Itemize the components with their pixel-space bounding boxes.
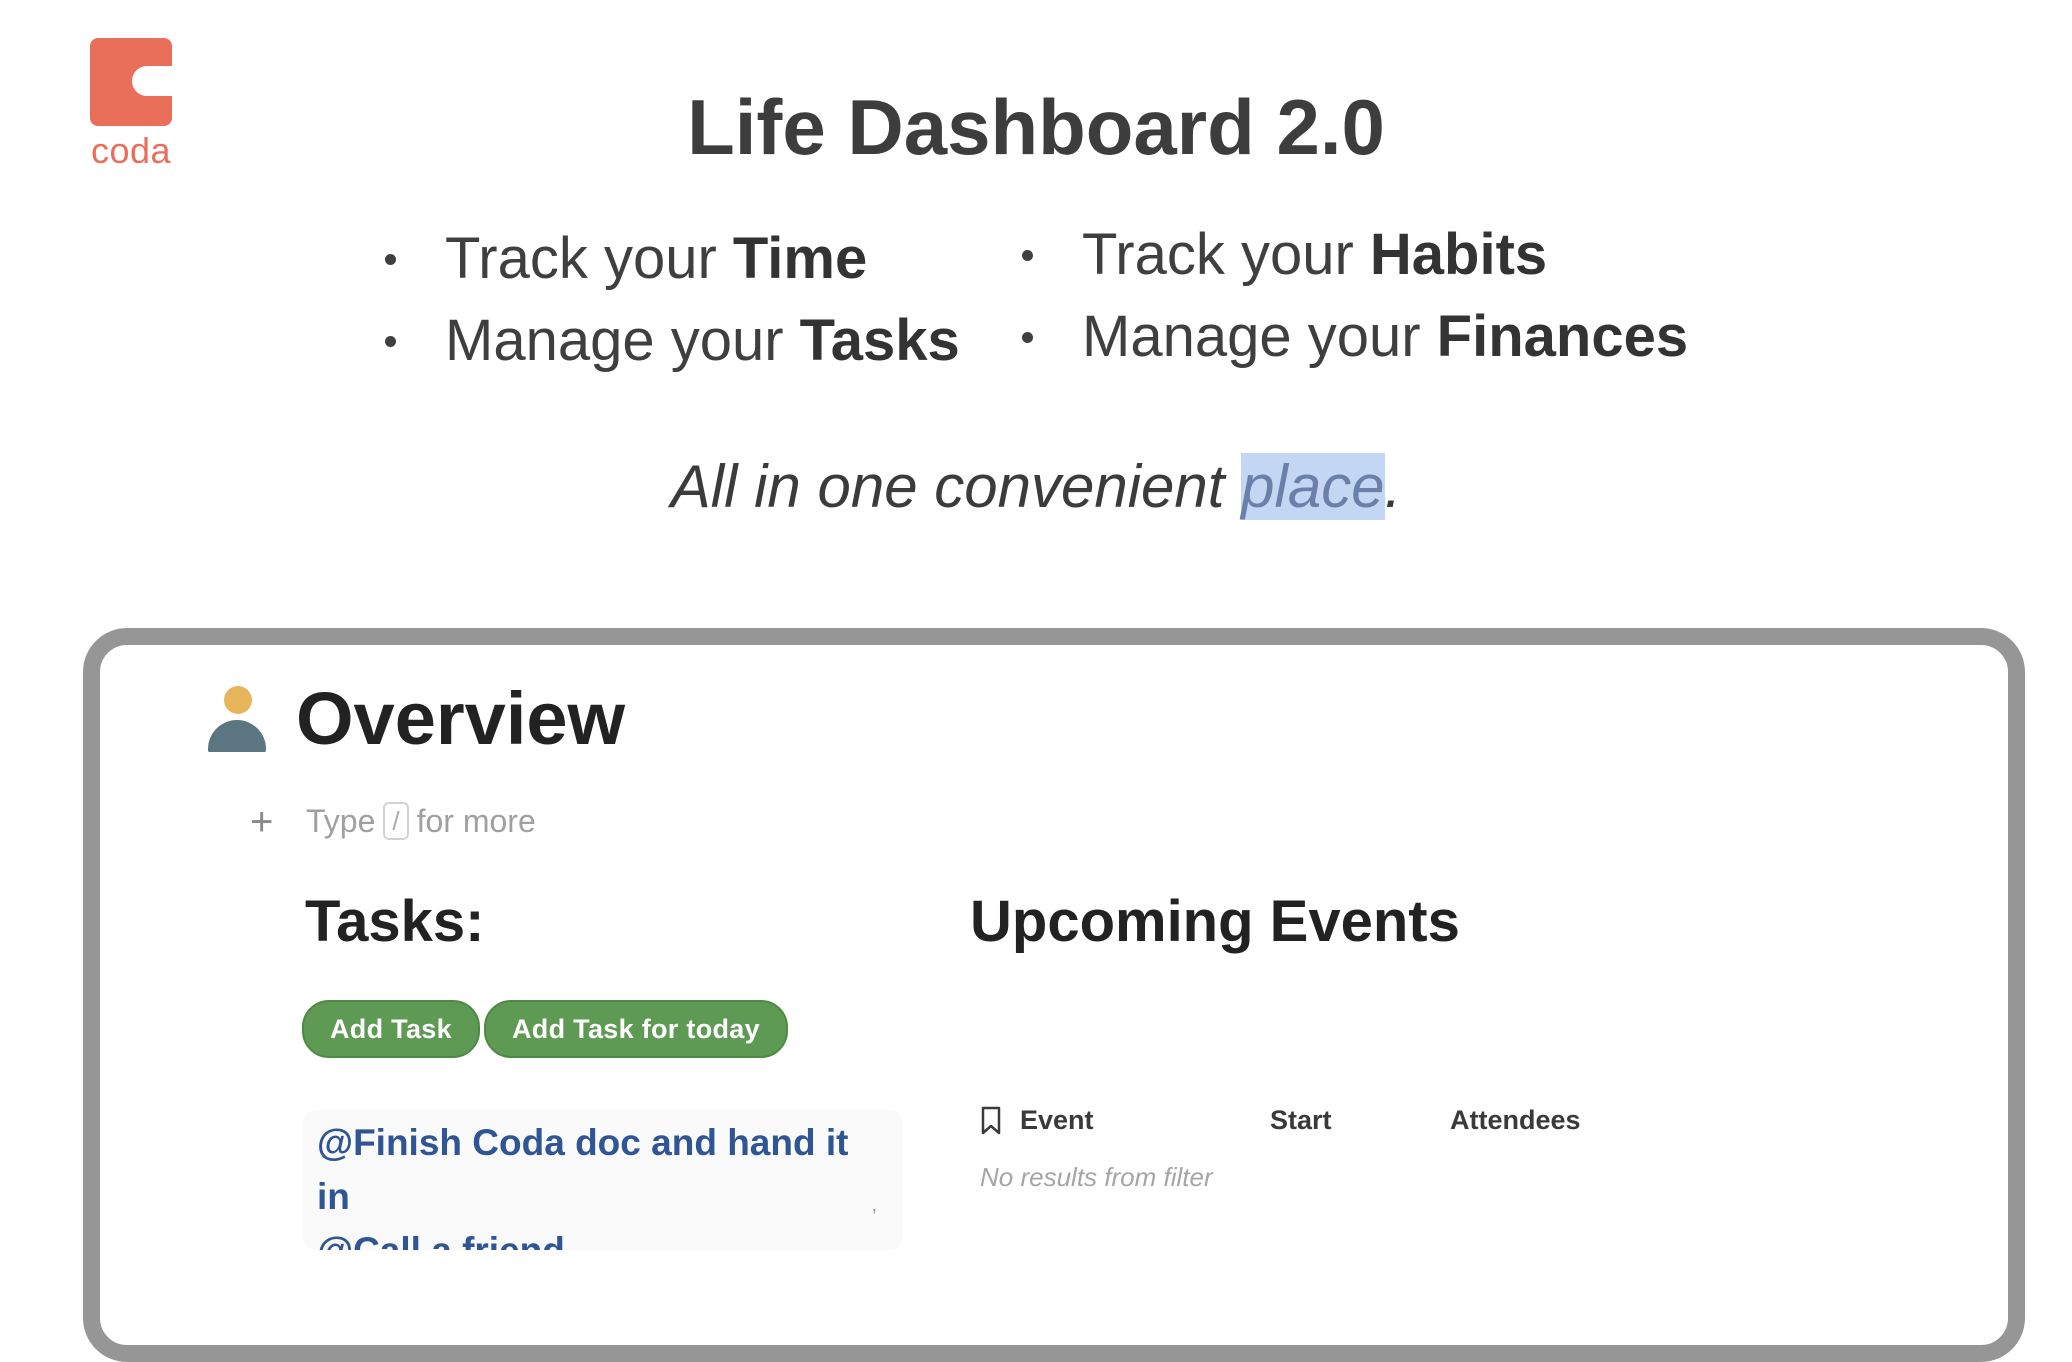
overview-title[interactable]: Overview	[296, 676, 625, 761]
add-task-button[interactable]: Add Task	[302, 1000, 480, 1058]
column-header-start[interactable]: Start	[1270, 1100, 1332, 1140]
upcoming-events-heading: Upcoming Events	[970, 889, 1460, 954]
bullet-icon	[1022, 332, 1033, 343]
tasks-heading: Tasks:	[305, 889, 485, 954]
column-header-event[interactable]: Event	[1020, 1100, 1094, 1140]
feature-item: Track your Time	[385, 218, 960, 300]
bullet-icon	[385, 336, 396, 347]
feature-list-left: Track your Time Manage your Tasks	[385, 218, 960, 382]
feature-item: Manage your Finances	[1022, 296, 1688, 378]
scroll-marker: ,	[871, 1194, 877, 1216]
task-list: @Finish Coda doc and hand it in @Call a …	[303, 1110, 903, 1250]
feature-list-right: Track your Habits Manage your Finances	[1022, 214, 1688, 378]
feature-item: Manage your Tasks	[385, 300, 960, 382]
plus-icon[interactable]: +	[250, 800, 280, 845]
bullet-icon	[1022, 250, 1033, 261]
slash-key-hint: /	[383, 802, 409, 840]
task-item[interactable]: @Call a friend	[303, 1224, 903, 1250]
feature-item: Track your Habits	[1022, 214, 1688, 296]
person-icon[interactable]	[206, 686, 268, 754]
page-title: Life Dashboard 2.0	[687, 83, 1385, 171]
type-hint[interactable]: + Type / for more	[250, 800, 536, 845]
empty-state-text: No results from filter	[980, 1162, 1213, 1192]
task-item[interactable]: @Finish Coda doc and hand it in	[303, 1116, 903, 1224]
selected-text[interactable]: place	[1241, 453, 1385, 520]
bookmark-icon	[981, 1106, 1001, 1135]
tagline: All in one convenient place.	[670, 453, 1402, 520]
bullet-icon	[385, 254, 396, 265]
add-task-today-button[interactable]: Add Task for today	[484, 1000, 788, 1058]
column-header-attendees[interactable]: Attendees	[1450, 1100, 1581, 1140]
